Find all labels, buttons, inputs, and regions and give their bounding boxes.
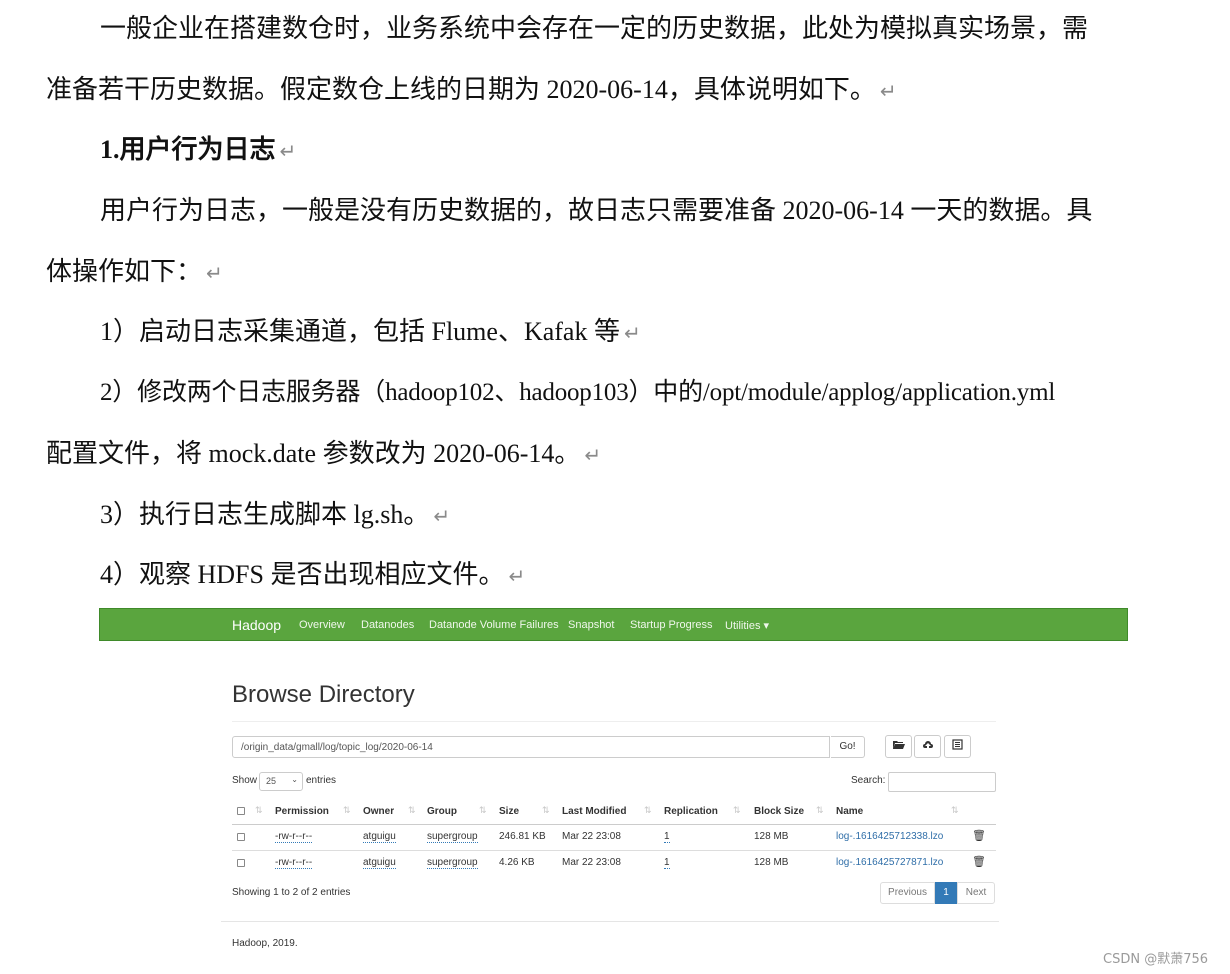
row-divider — [232, 850, 996, 851]
return-mark: ↵ — [623, 321, 641, 345]
chevron-down-icon: ⌄ — [291, 775, 298, 784]
step-2-line-1: 2）修改两个日志服务器（hadoop102、hadoop103）中的/opt/m… — [100, 379, 1056, 406]
permission-cell[interactable]: -rw-r--r-- — [275, 831, 313, 843]
group-cell[interactable]: supergroup — [427, 831, 478, 843]
file-name-link[interactable]: log-.1616425727871.lzo — [836, 857, 943, 868]
go-button[interactable]: Go! — [831, 736, 865, 758]
size-cell: 246.81 KB — [499, 831, 546, 842]
column-permission[interactable]: Permission — [275, 806, 329, 817]
trash-icon[interactable]: 🗑 — [972, 829, 986, 842]
search-label: Search: — [851, 775, 886, 786]
sort-icon[interactable]: ⇅ — [479, 805, 487, 816]
sort-icon[interactable]: ⇅ — [733, 805, 741, 816]
permission-cell[interactable]: -rw-r--r-- — [275, 857, 313, 869]
row-checkbox[interactable] — [237, 859, 245, 867]
previous-page-button[interactable]: Previous — [880, 882, 935, 904]
nav-volume-failures[interactable]: Datanode Volume Failures — [429, 619, 559, 631]
row-checkbox[interactable] — [237, 833, 245, 841]
folder-open-icon[interactable] — [885, 735, 912, 758]
sort-icon[interactable]: ⇅ — [255, 805, 263, 816]
path-input[interactable]: /origin_data/gmall/log/topic_log/2020-06… — [232, 736, 830, 758]
footer-divider — [221, 921, 999, 922]
sort-icon[interactable]: ⇅ — [408, 805, 416, 816]
file-name-link[interactable]: log-.1616425712338.lzo — [836, 831, 943, 842]
modified-cell: Mar 22 23:08 — [562, 831, 621, 842]
column-last-modified[interactable]: Last Modified — [562, 806, 626, 817]
showing-entries-text: Showing 1 to 2 of 2 entries — [232, 887, 351, 898]
paragraph-1-line-1: 一般企业在搭建数仓时，业务系统中会存在一定的历史数据，此处为模拟真实场景，需 — [100, 14, 1089, 43]
block-size-cell: 128 MB — [754, 857, 789, 868]
step-3: 3）执行日志生成脚本 lg.sh。 ↵ — [100, 500, 451, 529]
watermark: CSDN @默萧756 — [1103, 952, 1209, 967]
nav-startup-progress[interactable]: Startup Progress — [630, 619, 713, 631]
sort-icon[interactable]: ⇅ — [644, 805, 652, 816]
replication-cell[interactable]: 1 — [664, 831, 670, 843]
page-1-button[interactable]: 1 — [935, 882, 957, 904]
column-name[interactable]: Name — [836, 806, 863, 817]
column-group[interactable]: Group — [427, 806, 457, 817]
paragraph-2-line-1: 用户行为日志，一般是没有历史数据的，故日志只需要准备 2020-06-14 一天… — [100, 196, 1093, 225]
return-mark: ↵ — [433, 504, 451, 528]
sort-icon[interactable]: ⇅ — [951, 805, 959, 816]
nav-overview[interactable]: Overview — [299, 619, 345, 631]
entries-label: entries — [306, 775, 337, 786]
return-mark: ↵ — [508, 564, 526, 588]
return-mark: ↵ — [279, 139, 297, 163]
step-4: 4）观察 HDFS 是否出现相应文件。 ↵ — [100, 560, 526, 589]
return-mark: ↵ — [206, 261, 223, 285]
replication-cell[interactable]: 1 — [664, 857, 670, 869]
paragraph-1-line-2: 准备若干历史数据。假定数仓上线的日期为 2020-06-14，具体说明如下。 ↵ — [46, 75, 897, 104]
navbar-brand[interactable]: Hadoop — [232, 617, 281, 633]
sort-icon[interactable]: ⇅ — [343, 805, 351, 816]
nav-datanodes[interactable]: Datanodes — [361, 619, 414, 631]
search-input[interactable] — [888, 772, 996, 792]
return-mark: ↵ — [584, 443, 602, 467]
nav-utilities[interactable]: Utilities ▾ — [725, 619, 769, 632]
modified-cell: Mar 22 23:08 — [562, 857, 621, 868]
footer-text: Hadoop, 2019. — [232, 938, 298, 949]
entries-select[interactable]: 25 ⌄ — [259, 772, 303, 791]
column-owner[interactable]: Owner — [363, 806, 394, 817]
trash-icon[interactable]: 🗑 — [972, 855, 986, 868]
sort-icon[interactable]: ⇅ — [542, 805, 550, 816]
step-2-line-2: 配置文件，将 mock.date 参数改为 2020-06-14。 ↵ — [46, 439, 602, 468]
divider — [232, 721, 996, 722]
owner-cell[interactable]: atguigu — [363, 831, 396, 843]
nav-snapshot[interactable]: Snapshot — [568, 619, 614, 631]
owner-cell[interactable]: atguigu — [363, 857, 396, 869]
next-page-button[interactable]: Next — [957, 882, 995, 904]
select-all-checkbox[interactable] — [237, 807, 245, 815]
hadoop-screenshot: Hadoop Overview Datanodes Datanode Volum… — [99, 608, 1128, 958]
upload-icon[interactable] — [914, 735, 941, 758]
step-1: 1）启动日志采集通道，包括 Flume、Kafak 等 ↵ — [100, 317, 641, 346]
column-size[interactable]: Size — [499, 806, 519, 817]
page-title: Browse Directory — [232, 681, 415, 708]
group-cell[interactable]: supergroup — [427, 857, 478, 869]
size-cell: 4.26 KB — [499, 857, 535, 868]
column-replication[interactable]: Replication — [664, 806, 718, 817]
return-mark: ↵ — [879, 79, 897, 103]
navbar: Hadoop Overview Datanodes Datanode Volum… — [99, 608, 1128, 641]
section-heading: 1.用户行为日志 ↵ — [100, 135, 297, 164]
paragraph-2-line-2: 体操作如下： ↵ — [46, 257, 223, 286]
sort-icon[interactable]: ⇅ — [816, 805, 824, 816]
column-block-size[interactable]: Block Size — [754, 806, 804, 817]
block-size-cell: 128 MB — [754, 831, 789, 842]
list-icon[interactable] — [944, 735, 971, 758]
show-label: Show — [232, 775, 258, 786]
header-divider — [232, 824, 996, 825]
